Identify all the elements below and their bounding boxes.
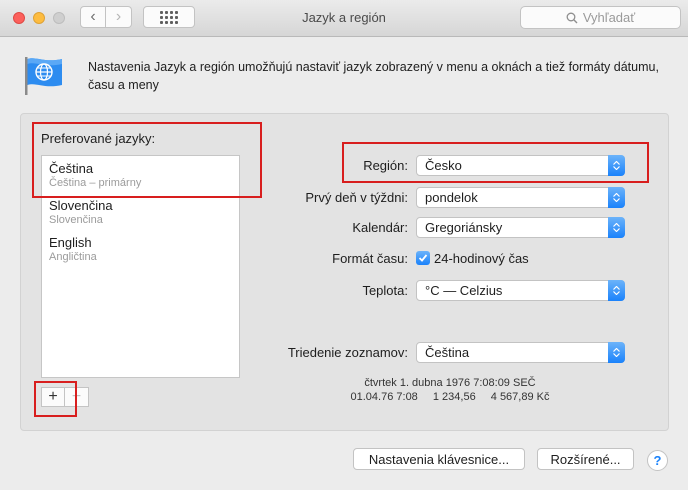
sort-order-popup[interactable]: Čeština — [416, 342, 625, 363]
temperature-value: °C — Celzius — [425, 283, 503, 298]
list-item[interactable]: Slovenčina Slovenčina — [49, 198, 113, 227]
highlight-box-preferred-languages — [32, 122, 262, 198]
popup-arrows-icon — [608, 187, 625, 208]
keyboard-preferences-button[interactable]: Nastavenia klávesnice... — [353, 448, 525, 470]
sample-date-short: 01.04.76 7:08 — [350, 391, 418, 403]
popup-arrows-icon — [608, 217, 625, 238]
language-flag-icon — [22, 56, 66, 99]
title-bar: ‹ › Jazyk a región Vyhľadať — [0, 0, 688, 37]
list-item[interactable]: English Angličtina — [49, 235, 97, 264]
search-placeholder: Vyhľadať — [582, 10, 636, 25]
search-icon — [566, 12, 578, 23]
sample-number: 1 234,56 — [432, 391, 476, 403]
temperature-label: Teplota: — [362, 283, 408, 298]
calendar-label: Kalendár: — [352, 220, 408, 235]
popup-arrows-icon — [608, 342, 625, 363]
first-day-value: pondelok — [425, 190, 478, 205]
sample-currency: 4 567,89 Kč — [490, 391, 550, 403]
popup-arrows-icon — [608, 280, 625, 301]
checkmark-icon — [418, 254, 428, 262]
search-field[interactable]: Vyhľadať — [520, 6, 681, 29]
sample-date-long: čtvrtek 1. dubna 1976 7:08:09 SEČ — [364, 377, 536, 389]
advanced-button[interactable]: Rozšírené... — [537, 448, 634, 470]
language-name: English — [49, 235, 92, 250]
first-day-popup[interactable]: pondelok — [416, 187, 625, 208]
calendar-popup[interactable]: Gregoriánsky — [416, 217, 625, 238]
time-format-label: Formát času: — [332, 251, 408, 266]
time-format-option-label: 24-hodinový čas — [434, 251, 529, 266]
help-button[interactable]: ? — [647, 450, 668, 471]
pane-description: Nastavenia Jazyk a región umožňujú nasta… — [88, 60, 659, 92]
language-name: Slovenčina — [49, 198, 113, 213]
sort-order-value: Čeština — [425, 345, 470, 360]
highlight-box-add-button — [34, 381, 77, 417]
time-format-checkbox[interactable] — [416, 251, 430, 265]
language-subtitle: Angličtina — [49, 251, 97, 263]
temperature-popup[interactable]: °C — Celzius — [416, 280, 625, 301]
sort-order-label: Triedenie zoznamov: — [287, 345, 408, 360]
highlight-box-region — [342, 142, 649, 183]
language-subtitle: Slovenčina — [49, 214, 103, 226]
calendar-value: Gregoriánsky — [425, 220, 503, 235]
sample-formats: 01.04.76 7:08 1 234,56 4 567,89 Kč — [300, 391, 600, 403]
